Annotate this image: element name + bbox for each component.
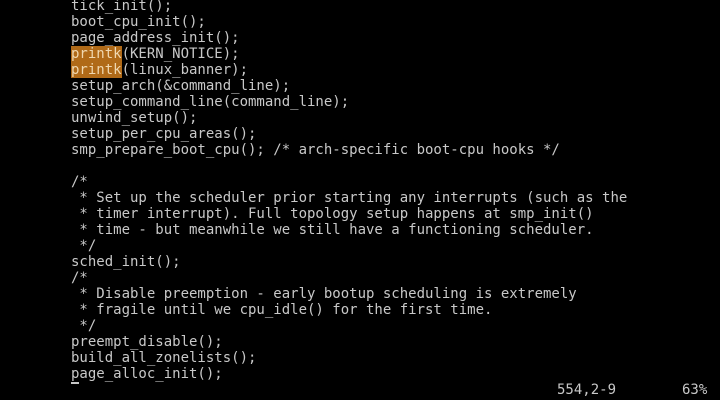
code-text: page_alloc_init(); — [71, 366, 223, 382]
code-text: page_address_init(); — [71, 30, 240, 46]
code-text: build_all_zonelists(); — [71, 350, 257, 366]
code-text: */ — [71, 238, 97, 254]
code-line[interactable]: printk(linux_banner); — [0, 62, 720, 78]
search-match-highlight: printk — [71, 62, 122, 78]
code-line[interactable]: * Set up the scheduler prior starting an… — [0, 190, 720, 206]
code-line[interactable]: /* — [0, 270, 720, 286]
code-line[interactable]: tick_init(); — [0, 0, 720, 14]
code-text: * fragile until we cpu_idle() for the fi… — [71, 302, 493, 318]
code-line[interactable]: sched_init(); — [0, 254, 720, 270]
code-text: * timer interrupt). Full topology setup … — [71, 206, 594, 222]
terminal-window[interactable]: tick_init(); boot_cpu_init(); page_address… — [0, 0, 720, 400]
code-line[interactable]: setup_arch(&command_line); — [0, 78, 720, 94]
code-text: * Disable preemption - early bootup sche… — [71, 286, 577, 302]
code-text: sched_init(); — [71, 254, 181, 270]
code-line[interactable]: printk(KERN_NOTICE); — [0, 46, 720, 62]
code-line[interactable]: setup_per_cpu_areas(); — [0, 126, 720, 142]
code-text: setup_command_line(command_line); — [71, 94, 350, 110]
code-line[interactable]: boot_cpu_init(); — [0, 14, 720, 30]
code-line[interactable]: page_address_init(); — [0, 30, 720, 46]
code-text: (linux_banner); — [121, 62, 249, 78]
code-text: */ — [71, 318, 97, 334]
scroll-percent-readout: 63% — [682, 382, 708, 398]
code-line[interactable]: build_all_zonelists(); — [0, 350, 720, 366]
code-text: setup_arch(&command_line); — [71, 78, 291, 94]
vim-status-line: 554,2-9 63% — [0, 382, 720, 398]
code-line[interactable]: */ — [0, 318, 720, 334]
code-text: /* — [71, 174, 88, 190]
code-line[interactable]: setup_command_line(command_line); — [0, 94, 720, 110]
code-text: boot_cpu_init(); — [71, 14, 206, 30]
code-text: * time - but meanwhile we still have a f… — [71, 222, 594, 238]
code-text: setup_per_cpu_areas(); — [71, 126, 257, 142]
cursor-position-readout: 554,2-9 — [557, 382, 617, 398]
code-line[interactable]: smp_prepare_boot_cpu(); /* arch-specific… — [0, 142, 720, 158]
code-text: * Set up the scheduler prior starting an… — [71, 190, 628, 206]
code-text: /* — [71, 270, 88, 286]
search-match-highlight: printk — [71, 46, 122, 62]
code-line[interactable]: * Disable preemption - early bootup sche… — [0, 286, 720, 302]
code-line[interactable]: */ — [0, 238, 720, 254]
code-line[interactable] — [0, 158, 720, 174]
code-text: tick_init(); — [71, 0, 173, 14]
code-line[interactable]: * timer interrupt). Full topology setup … — [0, 206, 720, 222]
vim-editor-buffer[interactable]: tick_init(); boot_cpu_init(); page_address… — [0, 0, 720, 382]
code-text: smp_prepare_boot_cpu(); /* arch-specific… — [71, 142, 560, 158]
code-text: preempt_disable(); — [71, 334, 223, 350]
code-line[interactable]: page_alloc_init(); — [0, 366, 720, 382]
code-line[interactable]: * fragile until we cpu_idle() for the fi… — [0, 302, 720, 318]
code-text: unwind_setup(); — [71, 110, 198, 126]
code-line[interactable]: /* — [0, 174, 720, 190]
code-line[interactable]: preempt_disable(); — [0, 334, 720, 350]
code-line[interactable]: * time - but meanwhile we still have a f… — [0, 222, 720, 238]
code-line[interactable]: unwind_setup(); — [0, 110, 720, 126]
code-text: (KERN_NOTICE); — [121, 46, 240, 62]
